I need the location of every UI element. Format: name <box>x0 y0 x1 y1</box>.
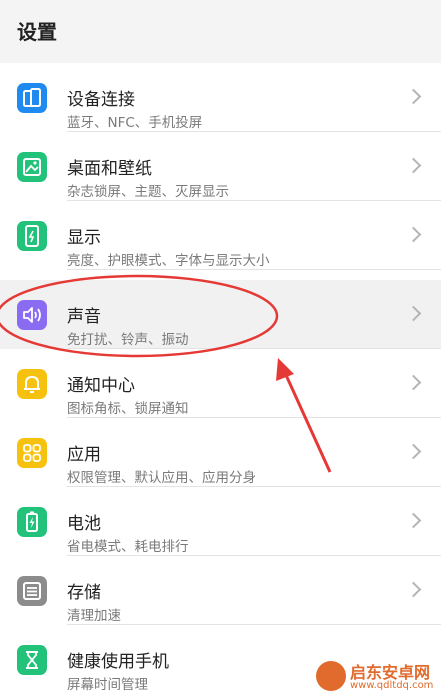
display-icon <box>17 221 47 251</box>
settings-item-subtitle: 清理加速 <box>67 608 121 624</box>
chevron-right-icon <box>405 581 422 598</box>
settings-item-label: 桌面和壁纸 <box>67 159 152 179</box>
sound-icon <box>17 300 47 330</box>
settings-item-label: 健康使用手机 <box>67 652 169 672</box>
watermark-url: www.qdltdq.com <box>350 680 434 691</box>
settings-item-label: 电池 <box>67 514 101 534</box>
hourglass-icon <box>17 645 47 675</box>
settings-item-label: 显示 <box>67 228 101 248</box>
chevron-right-icon <box>405 374 422 391</box>
device-connection-icon <box>17 83 47 113</box>
settings-item-subtitle: 权限管理、默认应用、应用分身 <box>67 470 256 486</box>
chevron-right-icon <box>405 157 422 174</box>
watermark: 启东安卓网 www.qdltdq.com <box>316 657 441 697</box>
divider <box>67 269 441 270</box>
settings-item-battery[interactable]: 电池 省电模式、耗电排行 <box>0 487 441 556</box>
settings-item-display[interactable]: 显示 亮度、护眼模式、字体与显示大小 <box>0 201 441 270</box>
storage-icon <box>17 576 47 606</box>
page-title: 设置 <box>17 20 57 44</box>
chevron-right-icon <box>405 443 422 460</box>
settings-list: 设备连接 蓝牙、NFC、手机投屏 桌面和壁纸 杂志锁屏、主题、灭屏显示 显示 亮… <box>0 63 441 697</box>
settings-item-subtitle: 图标角标、锁屏通知 <box>67 401 189 417</box>
settings-item-apps[interactable]: 应用 权限管理、默认应用、应用分身 <box>0 418 441 487</box>
watermark-logo <box>316 661 346 691</box>
settings-item-label: 存储 <box>67 583 101 603</box>
settings-item-subtitle: 杂志锁屏、主题、灭屏显示 <box>67 184 229 200</box>
chevron-right-icon <box>405 512 422 529</box>
settings-item-label: 应用 <box>67 445 101 465</box>
apps-grid-icon <box>17 438 47 468</box>
bell-icon <box>17 369 47 399</box>
settings-item-label: 通知中心 <box>67 376 135 396</box>
chevron-right-icon <box>405 226 422 243</box>
settings-item-subtitle: 省电模式、耗电排行 <box>67 539 189 555</box>
chevron-right-icon <box>405 88 422 105</box>
chevron-right-icon <box>405 305 422 322</box>
header: 设置 <box>0 0 441 62</box>
settings-item-storage[interactable]: 存储 清理加速 <box>0 556 441 625</box>
settings-item-sound[interactable]: 声音 免打扰、铃声、振动 <box>0 280 441 349</box>
settings-item-subtitle: 屏幕时间管理 <box>67 677 148 693</box>
settings-item-label: 声音 <box>67 307 101 327</box>
settings-item-wallpaper[interactable]: 桌面和壁纸 杂志锁屏、主题、灭屏显示 <box>0 132 441 201</box>
battery-icon <box>17 507 47 537</box>
settings-item-subtitle: 免打扰、铃声、振动 <box>67 332 189 348</box>
settings-item-notifications[interactable]: 通知中心 图标角标、锁屏通知 <box>0 349 441 418</box>
settings-item-device-connection[interactable]: 设备连接 蓝牙、NFC、手机投屏 <box>0 63 441 132</box>
settings-item-subtitle: 亮度、护眼模式、字体与显示大小 <box>67 253 270 269</box>
wallpaper-icon <box>17 152 47 182</box>
settings-item-label: 设备连接 <box>67 90 135 110</box>
settings-item-subtitle: 蓝牙、NFC、手机投屏 <box>67 115 203 131</box>
